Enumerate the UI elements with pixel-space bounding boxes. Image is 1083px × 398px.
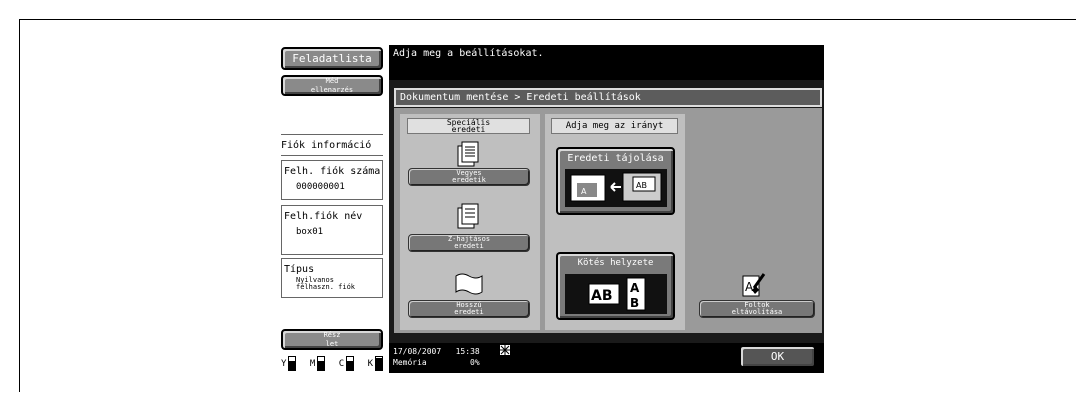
remove-stains-label: Foltok eltávolítása bbox=[731, 301, 783, 316]
job-list-button[interactable]: Feladatlista bbox=[281, 47, 383, 70]
binding-position-label: Kötés helyzete bbox=[577, 258, 654, 268]
toner-c: C bbox=[338, 356, 355, 371]
original-orientation-button[interactable]: Eredeti tájolása A AB bbox=[556, 147, 675, 215]
job-list-label: Feladatlista bbox=[292, 52, 372, 65]
account-type-label: Típus bbox=[284, 264, 315, 275]
account-name-label: Felh.fiók név bbox=[284, 211, 363, 222]
direction-header: Adja meg az irányt bbox=[551, 118, 678, 134]
mixed-originals-button[interactable]: Vegyes eredetik bbox=[408, 168, 530, 186]
toner-m-bar bbox=[317, 356, 326, 371]
svg-text:A: A bbox=[581, 187, 587, 196]
svg-text:A: A bbox=[745, 280, 754, 294]
account-info-title-box: Fiók információ bbox=[281, 134, 383, 156]
memory-label: Memória bbox=[393, 358, 427, 367]
toner-k-bar bbox=[375, 356, 383, 371]
ok-label: OK bbox=[770, 350, 785, 363]
mixed-originals-icon bbox=[457, 141, 479, 167]
toner-m: M bbox=[309, 356, 326, 371]
zfold-original-icon bbox=[457, 203, 479, 229]
toner-levels: Y M C K bbox=[281, 355, 383, 372]
direction-header-text: Adja meg az irányt bbox=[565, 120, 664, 131]
special-originals-header: Speciális eredeti bbox=[407, 118, 530, 134]
toner-y: Y bbox=[281, 356, 297, 371]
toner-c-letter: C bbox=[338, 358, 345, 369]
remove-stains-button[interactable]: Foltok eltávolítása bbox=[699, 300, 815, 318]
mixed-originals-label: Vegyes eredetik bbox=[452, 169, 486, 184]
long-original-button[interactable]: Hosszú eredeti bbox=[408, 300, 530, 318]
message-bar: Adja meg a beállításokat. bbox=[389, 45, 824, 80]
proof-check-label: Méd ellenarzés bbox=[310, 76, 354, 94]
account-number-box: Felh. fiók száma 000000001 bbox=[281, 160, 383, 200]
stain-removal-icon: A bbox=[742, 273, 766, 297]
toner-y-letter: Y bbox=[281, 358, 287, 369]
memory-value: 0% bbox=[470, 358, 480, 367]
account-type-box: Típus Nyilvanos félhaszn. fiók bbox=[281, 258, 383, 298]
account-number-label: Felh. fiók száma bbox=[284, 166, 381, 177]
breadcrumb: Dokumentum mentése > Eredeti beállítások bbox=[394, 88, 822, 107]
special-originals-header-text: Speciális eredeti bbox=[446, 118, 491, 134]
ok-button[interactable]: OK bbox=[739, 345, 816, 368]
toner-c-bar bbox=[346, 356, 355, 371]
details-button[interactable]: Rész let bbox=[281, 329, 383, 350]
toner-k: K bbox=[368, 356, 383, 371]
binding-position-icon: AB A B bbox=[565, 274, 667, 314]
breadcrumb-text: Dokumentum mentése > Eredeti beállítások bbox=[400, 92, 641, 103]
svg-text:AB: AB bbox=[591, 288, 613, 304]
account-number-value: 000000001 bbox=[296, 182, 345, 192]
account-info-title: Fiók információ bbox=[281, 140, 372, 151]
binding-position-button[interactable]: Kötés helyzete AB A B bbox=[556, 252, 675, 320]
details-label: Rész let bbox=[323, 330, 341, 348]
zfold-original-button[interactable]: Z-hajtásos eredeti bbox=[408, 234, 530, 252]
svg-text:A: A bbox=[630, 281, 640, 295]
message-text: Adja meg a beállításokat. bbox=[393, 48, 544, 59]
svg-text:AB: AB bbox=[636, 181, 647, 190]
orientation-icon: A AB bbox=[565, 169, 667, 207]
datetime-text: 17/08/2007 15:38 bbox=[393, 347, 480, 356]
toner-k-letter: K bbox=[367, 358, 373, 369]
toner-y-bar bbox=[288, 356, 297, 371]
account-name-box: Felh.fiók név box01 bbox=[281, 205, 383, 255]
network-status-icon bbox=[500, 345, 510, 355]
zfold-original-label: Z-hajtásos eredeti bbox=[447, 235, 491, 250]
long-original-label: Hosszú eredeti bbox=[454, 301, 484, 316]
account-name-value: box01 bbox=[296, 227, 324, 237]
toner-m-letter: M bbox=[309, 358, 316, 369]
svg-text:B: B bbox=[630, 296, 639, 310]
proof-check-button[interactable]: Méd ellenarzés bbox=[281, 75, 383, 96]
original-orientation-label: Eredeti tájolása bbox=[567, 153, 664, 164]
account-type-value: Nyilvanos félhaszn. fiók bbox=[296, 276, 356, 291]
long-original-icon bbox=[455, 273, 483, 295]
